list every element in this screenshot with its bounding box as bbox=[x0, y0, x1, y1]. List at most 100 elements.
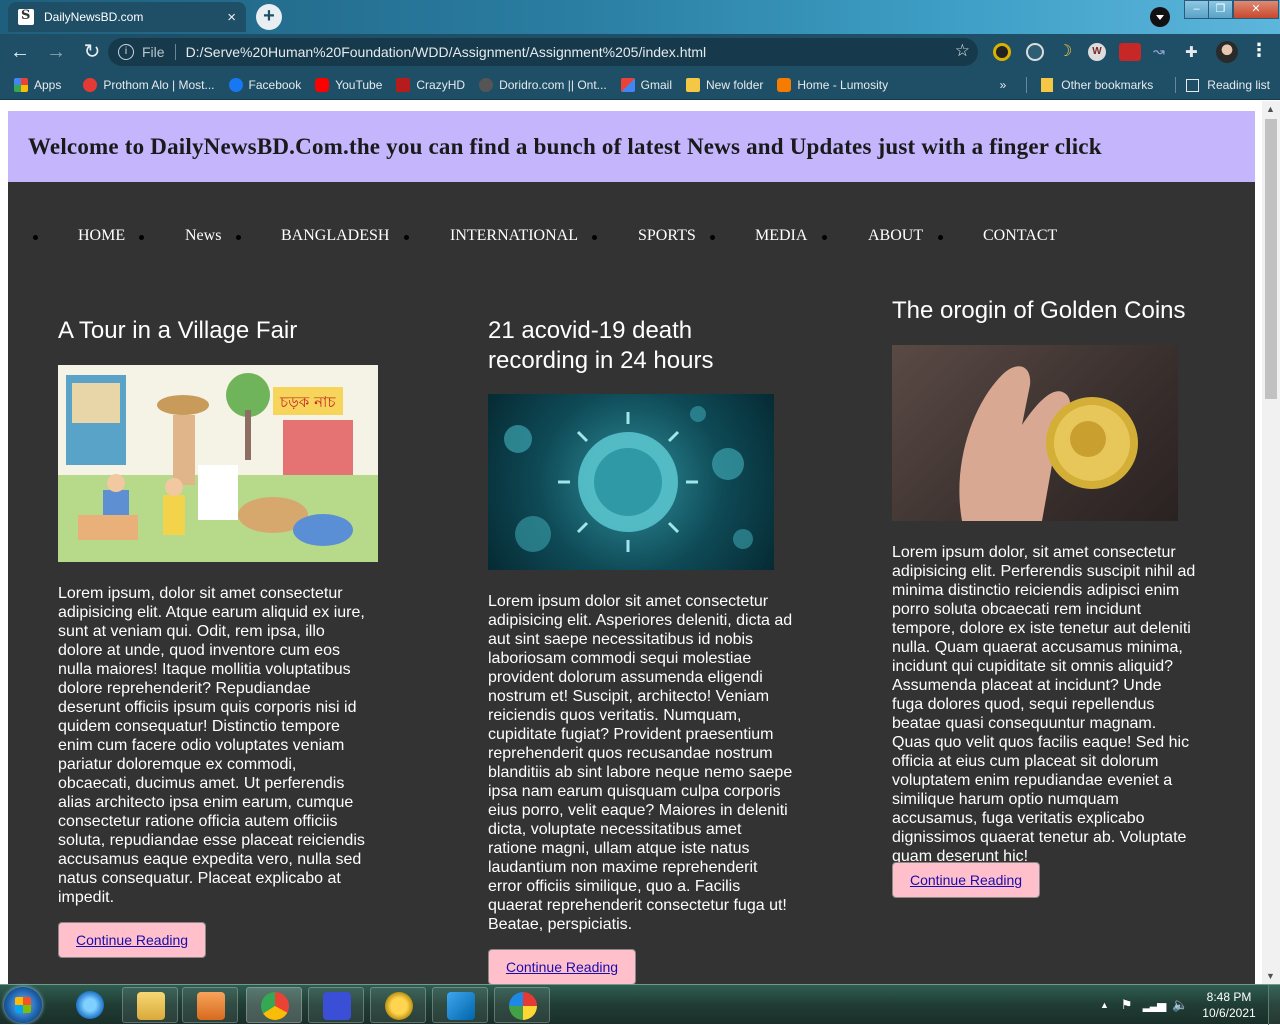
page-viewport: Welcome to DailyNewsBD.Com.the you can f… bbox=[0, 101, 1262, 984]
info-icon[interactable]: i bbox=[118, 44, 134, 60]
doridro-icon bbox=[479, 77, 494, 92]
back-arrow-icon[interactable]: ← bbox=[4, 36, 36, 68]
close-window-button[interactable]: ✕ bbox=[1233, 0, 1279, 19]
extension-moon-icon[interactable]: ☽ bbox=[1058, 43, 1076, 61]
forward-arrow-icon[interactable]: → bbox=[40, 36, 72, 68]
taskbar-paint[interactable] bbox=[494, 987, 550, 1023]
continue-reading-button[interactable]: Continue Reading bbox=[58, 922, 206, 958]
bookmark-facebook[interactable]: Facebook bbox=[228, 77, 301, 92]
bookmarks-bar: Apps Prothom Alo | Most... Facebook YouT… bbox=[0, 70, 1280, 100]
taskbar-vscode[interactable] bbox=[432, 987, 488, 1023]
nav-home[interactable]: HOME bbox=[78, 227, 125, 245]
prothom-alo-icon bbox=[83, 77, 98, 92]
tab-title: DailyNewsBD.com bbox=[44, 10, 144, 24]
restore-button[interactable]: ❐ bbox=[1208, 0, 1233, 19]
extension-w-icon[interactable]: W bbox=[1088, 43, 1106, 61]
bookmarks-overflow-icon[interactable]: » bbox=[1000, 78, 1007, 92]
article-text: Lorem ipsum dolor sit amet consectetur a… bbox=[488, 593, 793, 933]
show-desktop-button[interactable] bbox=[1268, 985, 1280, 1025]
gmail-icon bbox=[620, 77, 635, 92]
extension-new-icon[interactable] bbox=[1119, 43, 1141, 61]
taskbar-globe-app[interactable] bbox=[370, 987, 426, 1023]
extension-circle-icon[interactable] bbox=[993, 43, 1011, 61]
bookmarks-right: » Other bookmarks Reading list bbox=[1000, 70, 1270, 100]
bookmark-label: Gmail bbox=[640, 77, 673, 92]
clock-date: 10/6/2021 bbox=[1202, 1006, 1256, 1020]
bookmark-label: New folder bbox=[706, 77, 764, 92]
taskbar-clock[interactable]: 8:48 PM 10/6/2021 bbox=[1196, 989, 1262, 1021]
extension-arrow-icon[interactable]: ↝ bbox=[1153, 43, 1171, 61]
folder-icon bbox=[686, 77, 701, 92]
media-player-icon bbox=[197, 992, 225, 1020]
windows-taskbar: ▲ ⚑ ▂▃▅ 🔈 8:48 PM 10/6/2021 bbox=[0, 984, 1280, 1025]
extension-bulb-icon[interactable] bbox=[1026, 43, 1044, 61]
bookmark-apps[interactable]: Apps bbox=[14, 77, 61, 92]
start-button[interactable] bbox=[4, 987, 42, 1023]
article-title: The orogin of Golden Coins bbox=[892, 297, 1186, 324]
profile-avatar[interactable] bbox=[1216, 41, 1238, 63]
nav-sports[interactable]: SPORTS bbox=[638, 227, 696, 245]
bookmark-label: Doridro.com || Ont... bbox=[499, 77, 607, 92]
taskbar-explorer[interactable] bbox=[122, 987, 178, 1023]
nav-bullet bbox=[710, 235, 715, 240]
volume-icon[interactable]: 🔈 bbox=[1172, 997, 1188, 1013]
browser-menu-icon[interactable]: ⋮ bbox=[1250, 40, 1268, 61]
bookmark-crazyhd[interactable]: CrazyHD bbox=[396, 77, 466, 92]
continue-reading-button[interactable]: Continue Reading bbox=[892, 862, 1040, 898]
nav-bangladesh[interactable]: BANGLADESH bbox=[281, 227, 389, 245]
bookmark-new-folder[interactable]: New folder bbox=[686, 77, 764, 92]
apps-grid-icon bbox=[14, 77, 28, 92]
bookmark-lumosity[interactable]: Home - Lumosity bbox=[777, 77, 888, 92]
bookmark-youtube[interactable]: YouTube bbox=[315, 77, 382, 92]
minimize-button[interactable]: – bbox=[1184, 0, 1209, 19]
article-title: 21 acovid-19 death recording in 24 hours bbox=[488, 317, 714, 374]
bookmark-label: Prothom Alo | Most... bbox=[103, 77, 215, 92]
action-center-flag-icon[interactable]: ⚑ bbox=[1121, 997, 1133, 1013]
network-signal-icon[interactable]: ▂▃▅ bbox=[1143, 998, 1167, 1012]
address-url[interactable]: D:/Serve%20Human%20Foundation/WDD/Assign… bbox=[186, 44, 707, 60]
globe-icon bbox=[385, 992, 413, 1020]
bookmarks-separator bbox=[1175, 77, 1177, 93]
browser-tab-active[interactable]: DailyNewsBD.com × bbox=[8, 2, 246, 32]
bookmark-prothom-alo[interactable]: Prothom Alo | Most... bbox=[83, 77, 215, 92]
nav-bullet bbox=[938, 235, 943, 240]
continue-reading-button[interactable]: Continue Reading bbox=[488, 949, 636, 984]
new-tab-button[interactable]: + bbox=[256, 4, 282, 30]
taskbar-media-player[interactable] bbox=[182, 987, 238, 1023]
taskbar-chrome[interactable] bbox=[246, 987, 302, 1023]
address-bar[interactable]: i File D:/Serve%20Human%20Foundation/WDD… bbox=[108, 38, 978, 66]
bookmark-label: CrazyHD bbox=[416, 77, 466, 92]
tray-expand-icon[interactable]: ▲ bbox=[1100, 1000, 1109, 1010]
bookmark-gmail[interactable]: Gmail bbox=[620, 77, 673, 92]
nav-media[interactable]: MEDIA bbox=[755, 227, 807, 245]
welcome-heading: Welcome to DailyNewsBD.Com.the you can f… bbox=[28, 133, 1102, 159]
scroll-up-arrow-icon[interactable]: ▲ bbox=[1266, 104, 1275, 114]
nav-contact[interactable]: CONTACT bbox=[983, 227, 1057, 245]
other-bookmarks[interactable]: Other bookmarks bbox=[1061, 78, 1153, 92]
nav-news[interactable]: News bbox=[185, 227, 221, 245]
bookmark-doridro[interactable]: Doridro.com || Ont... bbox=[479, 77, 607, 92]
reading-list[interactable]: Reading list bbox=[1207, 78, 1270, 92]
bookmark-star-icon[interactable]: ☆ bbox=[955, 41, 970, 61]
article-text: Lorem ipsum dolor, sit amet consectetur … bbox=[892, 544, 1196, 865]
article-body: Lorem ipsum, dolor sit amet consectetur … bbox=[58, 584, 368, 907]
taskbar-app-robot[interactable] bbox=[308, 987, 364, 1023]
extensions-puzzle-icon[interactable]: ✚ bbox=[1185, 43, 1203, 61]
reload-icon[interactable]: ↻ bbox=[76, 36, 108, 68]
internet-explorer-icon bbox=[76, 991, 104, 1019]
clock-time: 8:48 PM bbox=[1206, 990, 1252, 1004]
scrollbar-thumb[interactable] bbox=[1265, 119, 1277, 399]
taskbar-ie[interactable] bbox=[62, 987, 118, 1023]
main-nav: HOME News BANGLADESH INTERNATIONAL SPORT… bbox=[8, 217, 1255, 257]
tab-search-icon[interactable] bbox=[1150, 7, 1170, 27]
nav-international[interactable]: INTERNATIONAL bbox=[450, 227, 578, 245]
tab-close-icon[interactable]: × bbox=[227, 9, 236, 26]
article-text: Lorem ipsum, dolor sit amet consectetur … bbox=[58, 585, 365, 906]
vertical-scrollbar[interactable]: ▲ ▼ bbox=[1262, 101, 1280, 984]
page-container: Welcome to DailyNewsBD.Com.the you can f… bbox=[8, 111, 1255, 984]
bookmarks-separator bbox=[1026, 77, 1028, 93]
system-tray: ▲ ⚑ ▂▃▅ 🔈 bbox=[1100, 985, 1188, 1025]
browser-tab-strip: DailyNewsBD.com × + – ❐ ✕ bbox=[0, 0, 1280, 34]
scroll-down-arrow-icon[interactable]: ▼ bbox=[1266, 971, 1275, 981]
nav-about[interactable]: ABOUT bbox=[868, 227, 923, 245]
